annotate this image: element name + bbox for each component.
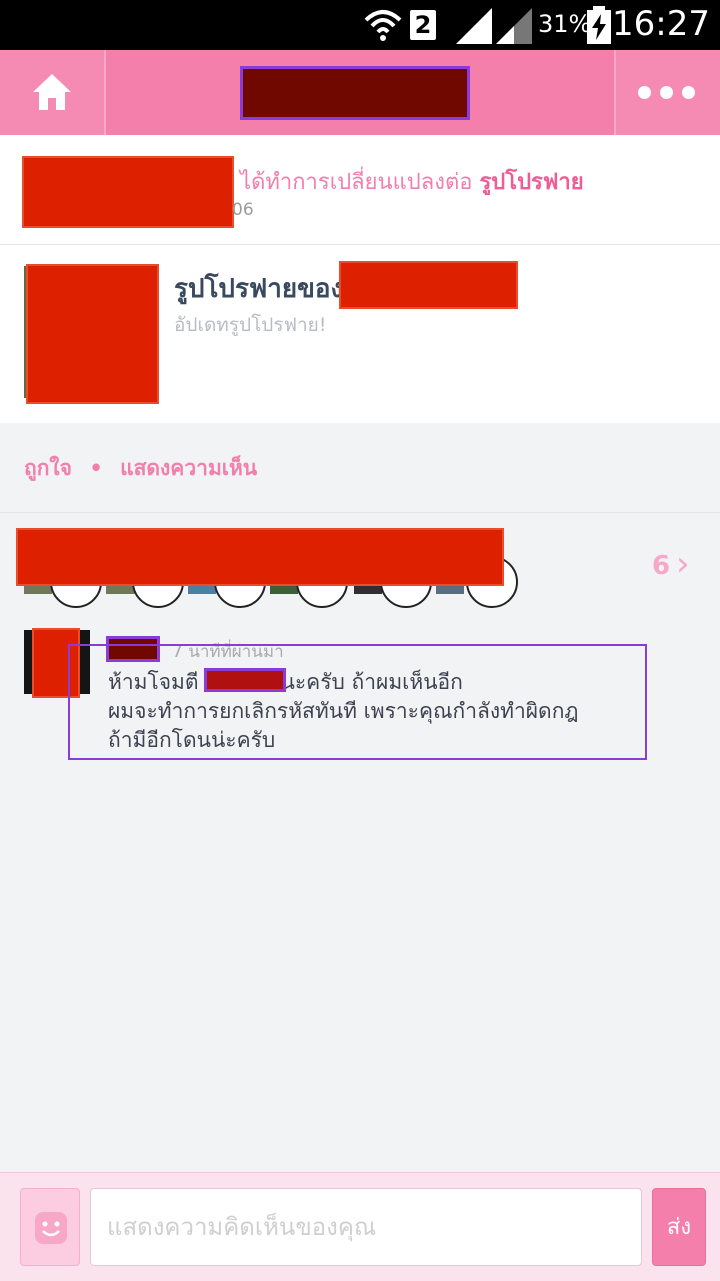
smiley-icon xyxy=(35,1212,67,1244)
home-icon xyxy=(33,74,71,110)
home-button[interactable] xyxy=(0,50,106,135)
comment-highlight-box xyxy=(68,644,647,760)
divider xyxy=(0,512,720,513)
like-link[interactable]: ถูกใจ xyxy=(24,456,72,480)
send-button[interactable]: ส่ง xyxy=(652,1188,706,1266)
clock: 16:27 xyxy=(612,4,710,44)
card-subtitle: อัปเดทรูปโปรฟาย! xyxy=(174,314,327,336)
like-comment-bar: ถูกใจ • แสดงความเห็น xyxy=(24,452,257,485)
notification-object[interactable]: รูปโปรฟาย xyxy=(479,170,583,195)
comment-link[interactable]: แสดงความเห็น xyxy=(120,456,257,480)
wifi-icon xyxy=(364,10,402,41)
likers-names-redacted xyxy=(16,528,504,586)
comment-input[interactable] xyxy=(90,1188,642,1266)
profile-image-redacted xyxy=(26,264,159,404)
battery-percent: 31% xyxy=(538,10,592,38)
notification-action: ได้ทำการเปลี่ยนแปลงต่อ xyxy=(240,170,473,195)
notification-time: 06 xyxy=(232,200,254,220)
more-dot xyxy=(660,86,673,99)
sim-slot-badge: 2 xyxy=(410,10,436,40)
card-title-name-redacted xyxy=(339,261,518,309)
actions-separator: • xyxy=(89,456,103,480)
battery-charging-icon xyxy=(587,6,611,44)
more-dot xyxy=(682,86,695,99)
chevron-right-icon[interactable]: › xyxy=(676,544,690,584)
likes-count[interactable]: 6 xyxy=(652,551,670,581)
more-button[interactable] xyxy=(614,50,720,135)
more-dots-icon xyxy=(638,86,651,99)
signal-icon xyxy=(456,8,492,44)
notification-text: ได้ทำการเปลี่ยนแปลงต่อ รูปโปรฟาย xyxy=(240,164,584,199)
card-title: รูปโปรฟายของ xyxy=(174,274,344,304)
header-title-redacted xyxy=(240,66,470,120)
emoji-button[interactable] xyxy=(20,1188,80,1266)
signal-2-icon xyxy=(496,8,532,44)
user-name-redacted xyxy=(22,156,234,228)
status-bar: 2 31% 16:27 xyxy=(0,0,720,50)
